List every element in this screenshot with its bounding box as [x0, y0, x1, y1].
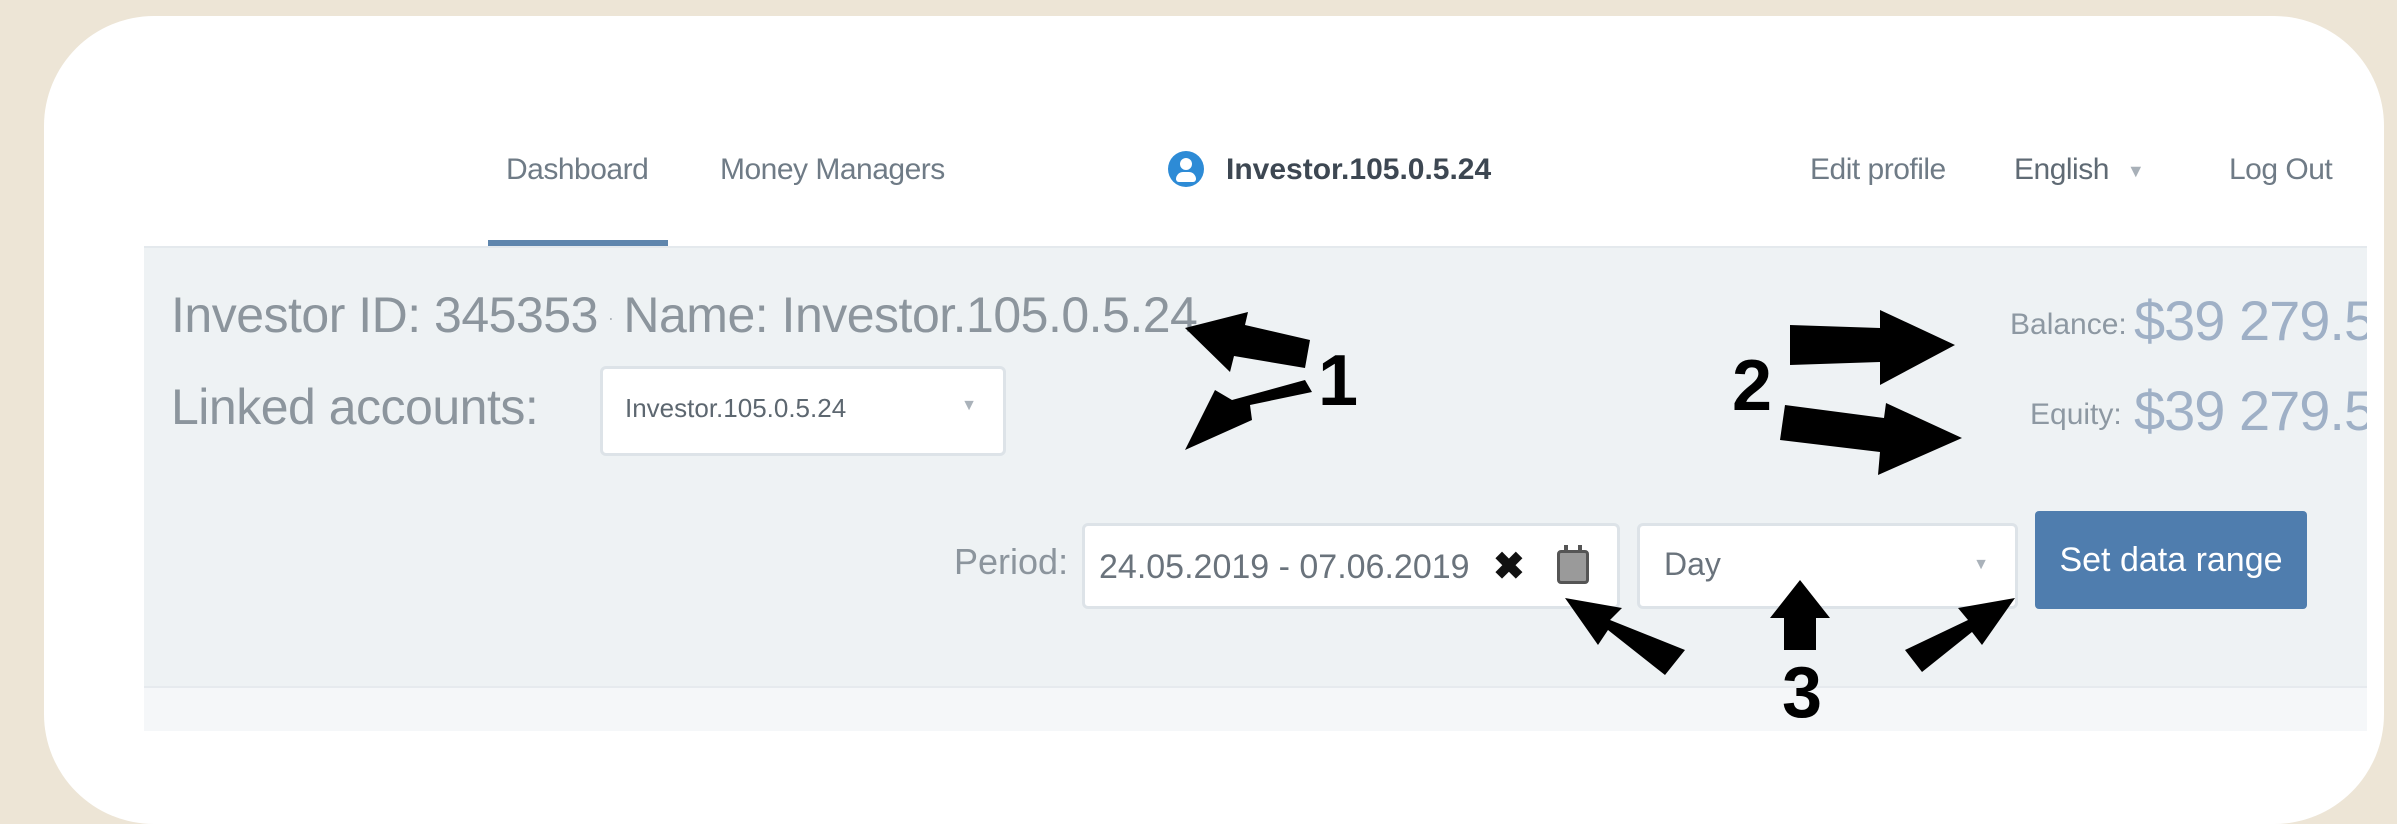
nav-money-managers-link[interactable]: Money Managers: [720, 153, 945, 187]
granularity-value: Day: [1664, 546, 1721, 582]
user-icon: [1168, 151, 1204, 187]
content-strip: [144, 686, 2367, 731]
linked-accounts-select[interactable]: Investor.105.0.5.24 ▼: [600, 366, 1006, 456]
language-label: English: [2014, 153, 2109, 186]
equity-label: Equity:: [2030, 398, 2122, 431]
chevron-down-icon: ▼: [961, 397, 977, 414]
separator-dot: ·: [607, 308, 614, 329]
date-range-input[interactable]: 24.05.2019 - 07.06.2019 ✖: [1082, 523, 1620, 609]
chevron-down-icon: ▼: [2126, 160, 2145, 181]
linked-account-value: Investor.105.0.5.24: [625, 393, 847, 423]
balance-label: Balance:: [2010, 308, 2127, 341]
screenshot-card: Dashboard Money Managers Investor.105.0.…: [44, 16, 2384, 824]
linked-accounts-label: Linked accounts:: [171, 379, 539, 435]
date-range-value: 24.05.2019 - 07.06.2019: [1099, 548, 1470, 586]
clear-icon[interactable]: ✖: [1493, 544, 1525, 589]
investor-name: Name: Investor.105.0.5.24: [623, 287, 1198, 343]
account-summary-panel: Investor ID: 345353 · Name: Investor.105.0…: [144, 246, 2367, 688]
granularity-select[interactable]: Day ▼: [1637, 523, 2018, 609]
calendar-icon[interactable]: [1557, 545, 1589, 584]
top-navigation: Dashboard Money Managers Investor.105.0.…: [144, 71, 2367, 246]
nav-dashboard-link[interactable]: Dashboard: [506, 153, 649, 187]
edit-profile-link[interactable]: Edit profile: [1810, 153, 1946, 187]
chevron-down-icon: ▼: [1973, 556, 1989, 573]
logout-link[interactable]: Log Out: [2229, 153, 2333, 187]
app-screenshot: Dashboard Money Managers Investor.105.0.…: [144, 71, 2367, 731]
investor-id: Investor ID: 345353: [171, 287, 598, 343]
set-data-range-button[interactable]: Set data range: [2035, 511, 2307, 609]
balance-value: $39 279.5: [2134, 289, 2367, 352]
current-user-name[interactable]: Investor.105.0.5.24: [1226, 153, 1491, 187]
account-info-line: Investor ID: 345353 · Name: Investor.105.0…: [171, 286, 1198, 344]
period-label: Period:: [954, 541, 1069, 582]
equity-value: $39 279.5: [2134, 379, 2367, 442]
language-selector[interactable]: English ▼: [2014, 153, 2145, 187]
